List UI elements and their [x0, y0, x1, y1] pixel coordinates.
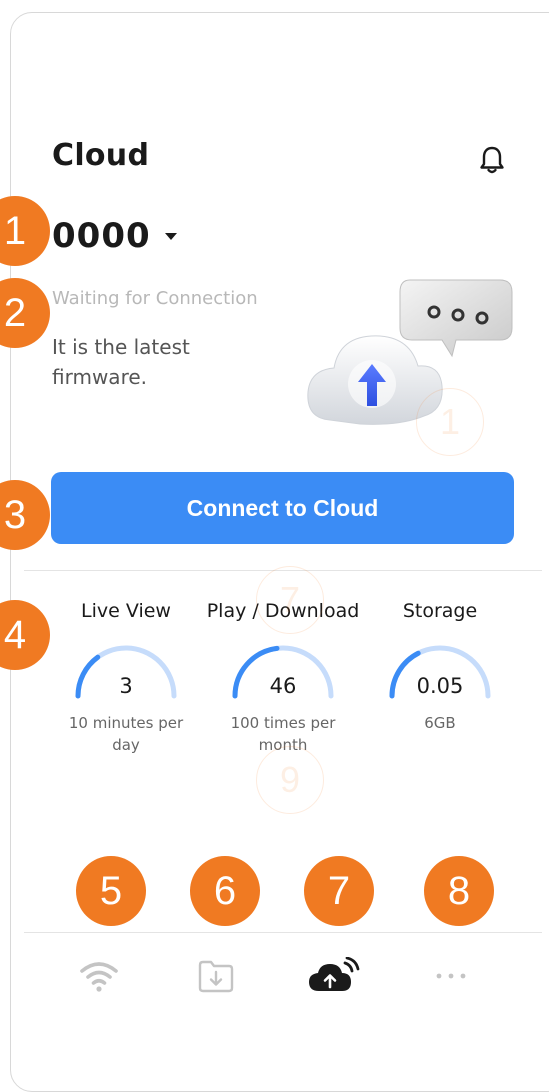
device-name: 0000 [52, 216, 151, 256]
connect-to-cloud-button[interactable]: Connect to Cloud [51, 472, 514, 544]
more-tab[interactable] [411, 951, 491, 1001]
bottom-tab-bar [40, 946, 510, 1006]
cloud-tab[interactable] [294, 951, 374, 1001]
stat-limit: 10 minutes per day [68, 714, 184, 754]
connection-status: Waiting for Connection [52, 288, 258, 309]
wifi-icon [79, 962, 118, 992]
gauge-value: 3 [119, 674, 133, 698]
cloud-upload-icon [308, 957, 360, 991]
download-tab[interactable] [176, 951, 256, 1001]
ghost-annotation: 7 [256, 566, 324, 634]
stat-storage: Storage 0.05 6GB [362, 600, 518, 756]
annotation-marker-8: 8 [424, 856, 494, 926]
firmware-status: It is the latest firmware. [52, 335, 190, 389]
usage-gauge: 46 [227, 640, 339, 702]
stat-live-view: Live View 3 10 minutes per day [48, 600, 204, 756]
gauge-value: 46 [269, 674, 297, 698]
usage-gauge: 3 [70, 640, 182, 702]
phone-frame [10, 12, 549, 1092]
stat-limit: 6GB [424, 714, 456, 732]
stat-label: Live View [81, 600, 171, 622]
stat-label: Storage [402, 600, 478, 622]
annotation-marker-6: 6 [190, 856, 260, 926]
folder-download-icon [199, 960, 234, 993]
annotation-marker-5: 5 [76, 856, 146, 926]
tabbar-divider [24, 932, 542, 933]
cloud-upload-chat-illustration [307, 279, 513, 425]
caret-down-icon [164, 232, 177, 240]
device-selector[interactable]: 0000 [52, 216, 177, 256]
bell-icon[interactable] [478, 145, 506, 175]
ghost-annotation: 9 [256, 746, 324, 814]
ghost-annotation: 1 [416, 388, 484, 456]
usage-gauge: 0.05 [384, 640, 496, 702]
wifi-tab[interactable] [59, 951, 139, 1001]
annotation-marker-7: 7 [304, 856, 374, 926]
more-dots-icon [436, 973, 466, 979]
gauge-value: 0.05 [416, 674, 464, 698]
page-title: Cloud [52, 138, 150, 173]
